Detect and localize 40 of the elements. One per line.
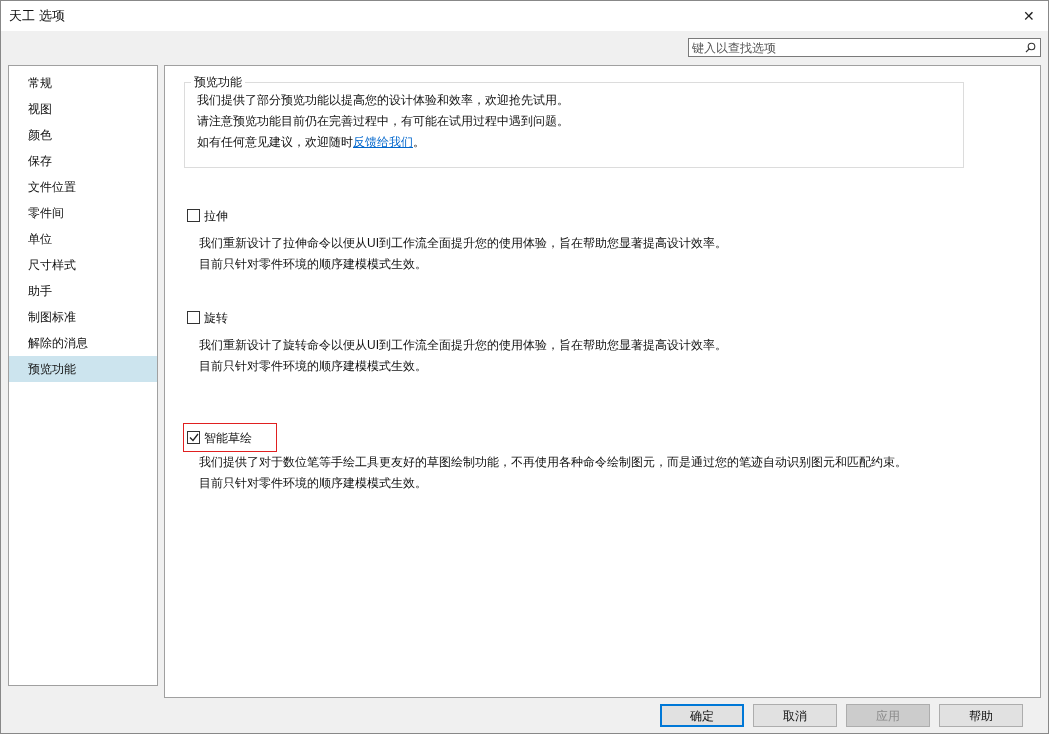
sidebar-item[interactable]: 预览功能 bbox=[9, 356, 157, 382]
group-legend: 预览功能 bbox=[191, 74, 245, 90]
sidebar-item[interactable]: 文件位置 bbox=[9, 174, 157, 200]
feature-description: 我们重新设计了拉伸命令以便从UI到工作流全面提升您的使用体验，旨在帮助您显著提高设计效率。 bbox=[198, 235, 728, 252]
feature-description: 目前只针对零件环境的顺序建模模式生效。 bbox=[198, 475, 428, 492]
sidebar-item[interactable]: 尺寸样式 bbox=[9, 252, 157, 278]
feature-description: 目前只针对零件环境的顺序建模模式生效。 bbox=[198, 256, 428, 273]
checkbox[interactable] bbox=[187, 431, 200, 444]
dialog-button[interactable]: 帮助 bbox=[939, 704, 1023, 727]
checkbox-label: 智能草绘 bbox=[204, 429, 252, 447]
dialog-button[interactable]: 确定 bbox=[660, 704, 744, 727]
sidebar-item[interactable]: 解除的消息 bbox=[9, 330, 157, 356]
checkbox[interactable] bbox=[187, 311, 200, 324]
check-icon bbox=[188, 433, 199, 442]
sidebar-item[interactable]: 常规 bbox=[9, 70, 157, 96]
feedback-link[interactable]: 反馈给我们 bbox=[353, 135, 413, 149]
sidebar-item[interactable]: 制图标准 bbox=[9, 304, 157, 330]
feature-description: 我们提供了对于数位笔等手绘工具更友好的草图绘制功能，不再使用各种命令绘制图元，而是通过您的笔迹自动识别图元和匹配约束。 bbox=[198, 454, 908, 471]
close-button[interactable]: ✕ bbox=[1014, 3, 1044, 29]
window-title: 天工 选项 bbox=[9, 7, 65, 26]
checkbox[interactable] bbox=[187, 209, 200, 222]
intro-text: 如有任何意见建议，欢迎随时反馈给我们。 bbox=[197, 134, 426, 151]
feature-description: 目前只针对零件环境的顺序建模模式生效。 bbox=[198, 358, 428, 375]
search-icon bbox=[1025, 42, 1036, 53]
checkbox-label: 拉伸 bbox=[204, 207, 228, 225]
intro-text: 我们提供了部分预览功能以提高您的设计体验和效率，欢迎抢先试用。 bbox=[197, 92, 570, 109]
sidebar-item[interactable]: 零件间 bbox=[9, 200, 157, 226]
sidebar-item[interactable]: 颜色 bbox=[9, 122, 157, 148]
sidebar-item[interactable]: 助手 bbox=[9, 278, 157, 304]
feature-checkbox[interactable]: 智能草绘 bbox=[183, 423, 277, 452]
sidebar-item[interactable]: 保存 bbox=[9, 148, 157, 174]
sidebar-item[interactable]: 视图 bbox=[9, 96, 157, 122]
intro-text: 请注意预览功能目前仍在完善过程中，有可能在试用过程中遇到问题。 bbox=[197, 113, 570, 130]
sidebar-item[interactable]: 单位 bbox=[9, 226, 157, 252]
feature-checkbox[interactable]: 旋转 bbox=[183, 303, 253, 332]
dialog-button[interactable]: 取消 bbox=[753, 704, 837, 727]
checkbox-label: 旋转 bbox=[204, 309, 228, 327]
search-field[interactable]: 键入以查找选项 bbox=[688, 38, 1041, 57]
feature-checkbox[interactable]: 拉伸 bbox=[183, 201, 253, 230]
feature-description: 我们重新设计了旋转命令以便从UI到工作流全面提升您的使用体验，旨在帮助您显著提高设计效率。 bbox=[198, 337, 728, 354]
